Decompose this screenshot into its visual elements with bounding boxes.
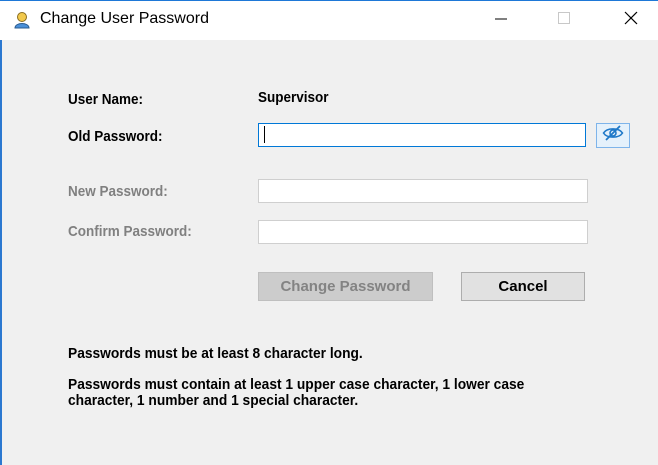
close-icon	[623, 10, 639, 31]
minimize-icon	[494, 11, 508, 30]
text-caret	[264, 126, 265, 143]
change-password-dialog: Change User Password User Name: Supervis…	[0, 0, 658, 465]
new-password-label: New Password:	[68, 183, 168, 200]
close-button[interactable]	[608, 1, 654, 39]
window-border	[0, 40, 2, 465]
user-name-value: Supervisor	[258, 89, 329, 106]
minimize-button[interactable]	[478, 1, 524, 39]
old-password-input[interactable]	[258, 123, 586, 147]
confirm-password-label: Confirm Password:	[68, 223, 192, 240]
change-password-button[interactable]: Change Password	[258, 272, 433, 301]
old-password-label: Old Password:	[68, 128, 163, 145]
maximize-icon	[557, 11, 571, 30]
confirm-password-input[interactable]	[258, 220, 588, 244]
title-bar[interactable]: Change User Password	[0, 0, 658, 40]
new-password-input[interactable]	[258, 179, 588, 203]
window-title: Change User Password	[40, 10, 209, 27]
eye-slash-icon	[602, 125, 624, 146]
user-name-label: User Name:	[68, 91, 144, 108]
password-complexity-note: Passwords must contain at least 1 upper …	[68, 377, 525, 409]
cancel-button[interactable]: Cancel	[461, 272, 585, 301]
maximize-button[interactable]	[541, 1, 587, 39]
user-icon	[13, 11, 31, 29]
password-length-note: Passwords must be at least 8 character l…	[68, 346, 363, 362]
show-password-button[interactable]	[596, 123, 630, 148]
